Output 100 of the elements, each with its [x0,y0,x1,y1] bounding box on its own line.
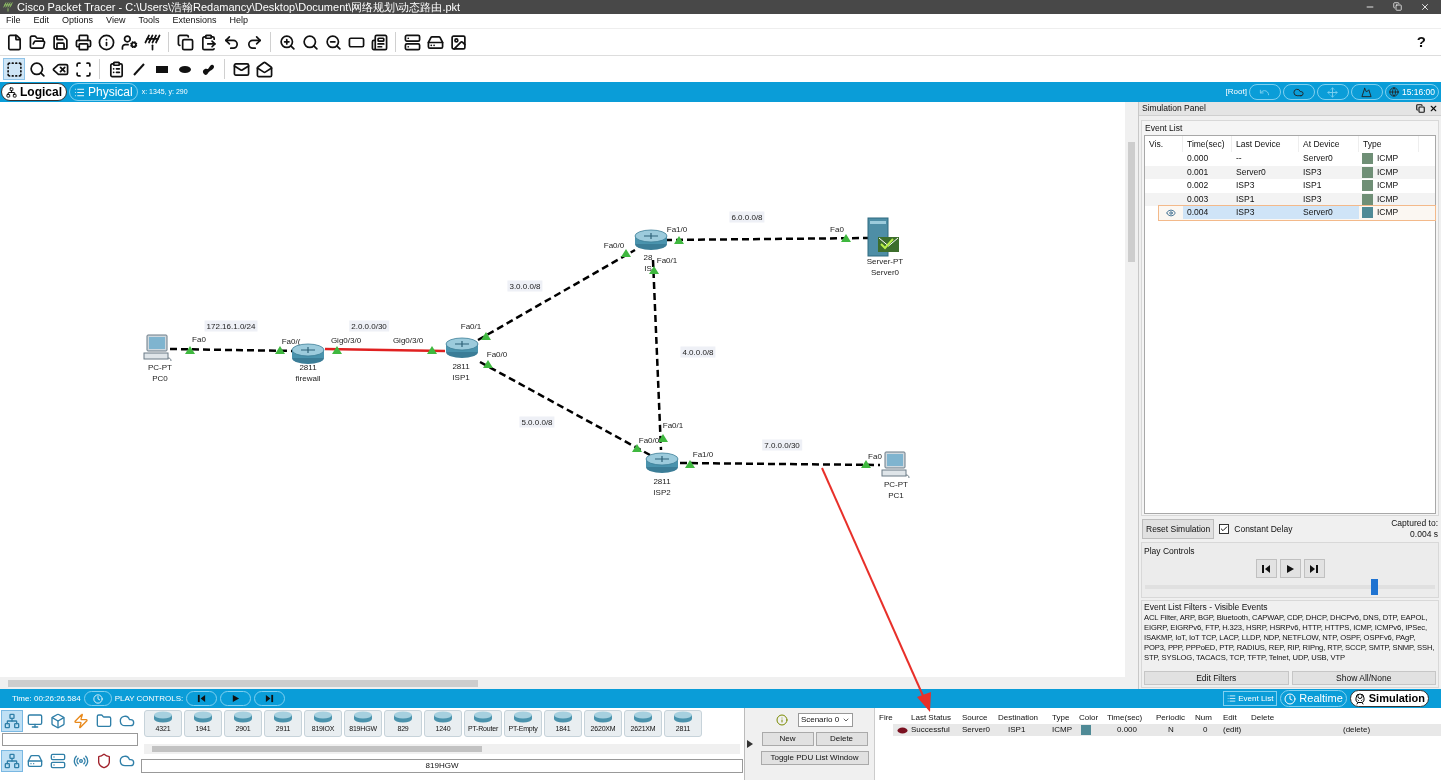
port-label: Fa1/0 [692,450,714,460]
step-forward-button[interactable] [1303,559,1325,578]
link-light-icon [483,360,493,368]
device-name-label: IS [644,264,652,274]
open-folder-icon[interactable] [28,33,46,51]
router-icon[interactable] [445,337,479,359]
new-scenario-button[interactable]: New [761,732,814,746]
toggle-pdu-list-button[interactable]: Toggle PDU List Window [760,751,869,765]
step-back-button[interactable] [1255,559,1277,578]
column-header[interactable]: Last Status [911,712,962,724]
add-pdu-icon[interactable] [232,60,250,78]
copy-icon[interactable] [176,33,194,51]
column-header[interactable]: Num [1195,712,1223,724]
zoom-out-icon[interactable] [324,33,342,51]
new-file-icon[interactable] [5,33,23,51]
column-header[interactable]: Time(sec) [1107,712,1156,724]
menu-item[interactable]: Tools [138,14,160,28]
type-cell: ICMP [1377,152,1399,166]
time-cell: 0.004 [1183,206,1232,220]
undo-icon[interactable] [222,33,240,51]
play-button[interactable] [1279,559,1301,578]
column-header[interactable]: Destination [998,712,1052,724]
router-icon[interactable] [634,229,668,251]
menu-item[interactable]: Help [229,14,248,28]
redo-icon[interactable] [245,33,263,51]
reset-simulation-button[interactable]: Reset Simulation [1142,519,1215,539]
mode-tab[interactable]: Simulation [1349,690,1429,707]
column-header[interactable]: Color [1079,712,1107,724]
zoom-in-icon[interactable] [278,33,296,51]
horizontal-scrollbar[interactable] [144,744,740,754]
column-header[interactable]: Source [962,712,998,724]
complex-pdu-icon[interactable] [255,60,273,78]
help-button[interactable]: ? [1416,30,1426,54]
checkbox[interactable] [1219,524,1230,534]
user-gear-icon[interactable] [120,33,138,51]
column-header[interactable]: Periodic [1156,712,1195,724]
search-icon[interactable] [28,60,46,78]
port-label: Fa0/1 [662,421,684,431]
event-row[interactable]: 0.004 ISP3 Server0 ICMP [1159,206,1435,220]
expand-arrow-icon[interactable] [747,740,753,748]
server-icon[interactable] [864,217,900,257]
router-icon [393,710,413,723]
pdu-row[interactable]: Successful Server0 ISP1 ICMP 0.000 N 0 (edit) (delete) [893,724,1441,736]
menu-item[interactable]: Edit [33,14,50,28]
step-back-icon[interactable] [197,694,207,703]
column-header[interactable]: Delete [1251,712,1311,724]
paste-icon[interactable] [199,33,217,51]
drive-icon[interactable] [426,33,444,51]
note-icon[interactable] [107,60,125,78]
column-header[interactable]: Edit [1223,712,1251,724]
eye-icon[interactable] [1166,207,1176,218]
status-cell-text: Successful [911,724,951,736]
router-icon[interactable] [645,452,679,474]
step-back-icon[interactable] [1261,563,1271,574]
cable-link[interactable] [680,461,880,467]
router-icon [273,710,293,723]
device-model-label: 28 [643,253,653,263]
horizontal-scrollbar[interactable] [0,677,1138,689]
restore-icon[interactable] [1393,2,1402,11]
close-icon[interactable] [1429,104,1438,113]
step-forward-icon[interactable] [265,694,275,703]
menu-item[interactable]: Extensions [172,14,217,28]
cable-link[interactable] [665,236,870,242]
device-model-label: PC-PT [148,363,172,373]
app-logo-icon [3,2,13,12]
vertical-scrollbar[interactable] [1125,102,1138,677]
menu-item[interactable]: File [6,14,21,28]
slider-thumb[interactable] [1371,579,1379,595]
print-icon[interactable] [74,33,92,51]
float-icon[interactable] [1416,104,1425,113]
menu-item[interactable]: View [106,14,126,28]
info-icon[interactable] [97,33,115,51]
checkbox-label: Constant Delay [1234,522,1293,536]
close-icon[interactable] [1420,2,1430,12]
delete-scenario-button[interactable]: Delete [815,732,868,746]
save-icon[interactable] [51,33,69,51]
play-icon[interactable] [231,694,241,703]
menu-item[interactable]: Options [62,14,94,28]
column-header[interactable]: Type [1052,712,1079,724]
edit-filters-button[interactable]: Edit Filters [1144,671,1289,685]
device-model-label: 2811 [653,477,671,487]
antenna-icon[interactable] [143,33,161,51]
line-tool-icon[interactable] [131,61,147,77]
edit-link[interactable]: (edit) [1223,724,1343,736]
show-all-button[interactable]: Show All/None [1291,671,1436,685]
topology-icon [6,86,17,98]
view-tab[interactable]: Logical [1,83,67,101]
time-cell-text: 0.002 [1186,179,1210,193]
delete-link[interactable]: (delete) [1343,724,1371,736]
step-forward-icon[interactable] [1309,563,1319,574]
column-header[interactable]: Fire [879,712,911,724]
fire-icon[interactable] [896,726,908,734]
server-rack-icon[interactable] [403,33,421,51]
link-light-icon [621,249,631,257]
router-icon [353,710,373,723]
cloud-icon [1293,86,1305,98]
play-icon[interactable] [1285,563,1295,574]
scenario-select[interactable]: Scenario 0 [797,713,854,727]
time-cell-text: 0.000 [1186,152,1210,166]
image-icon[interactable] [449,33,467,51]
